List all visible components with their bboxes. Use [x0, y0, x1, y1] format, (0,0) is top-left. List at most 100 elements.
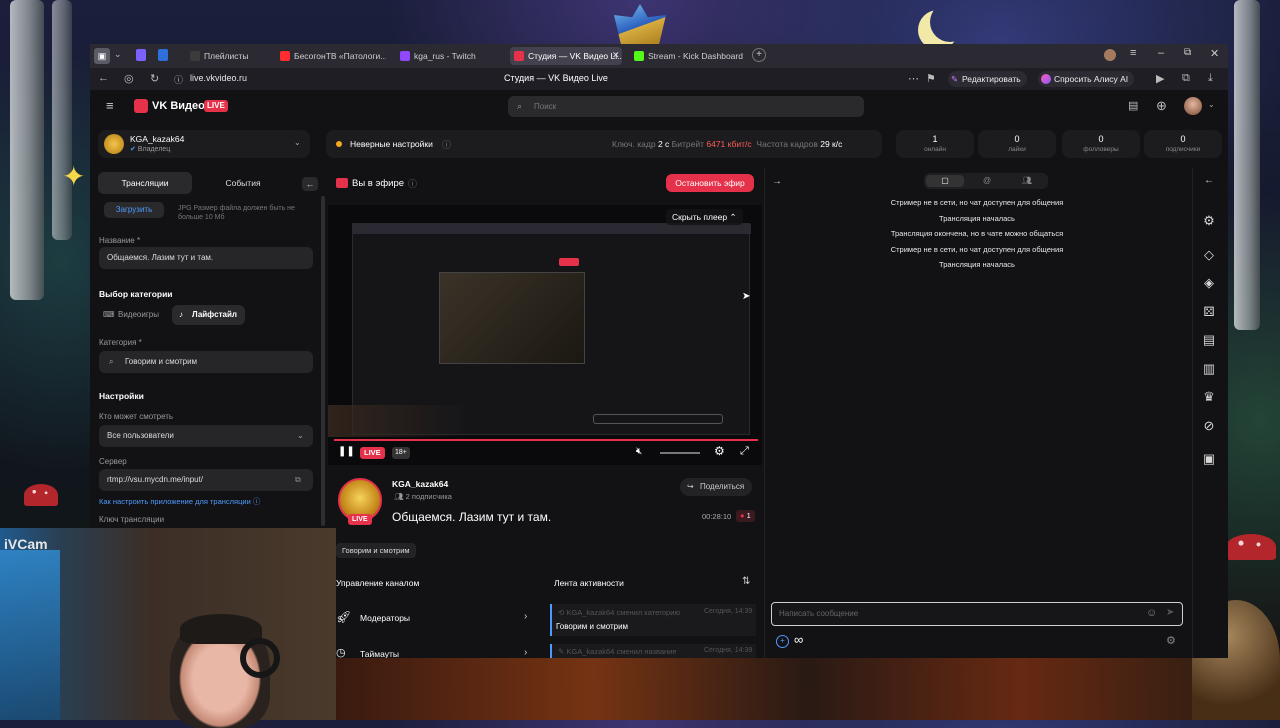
- tab-vk-studio[interactable]: Студия — VK Видео Li...: [510, 47, 622, 65]
- edit-icon: ✎: [558, 647, 565, 656]
- gear-icon[interactable]: ⚙: [1200, 212, 1218, 230]
- chat-system-message: Трансляция окончена, но в чате можно общ…: [890, 229, 1064, 238]
- studio-icon[interactable]: ▤: [1128, 99, 1138, 112]
- status-warning[interactable]: Неверные настройки: [350, 139, 433, 149]
- chat-tab-messages-icon[interactable]: ▢: [926, 175, 964, 187]
- chat-system-message: Трансляция началась: [939, 213, 1015, 223]
- hamburger-menu-icon[interactable]: ≡: [106, 98, 114, 113]
- reload-icon[interactable]: ↻: [150, 72, 159, 85]
- tab-events[interactable]: События: [196, 172, 290, 194]
- block-icon[interactable]: ⊘: [1200, 417, 1218, 435]
- stream-metrics: Ключ. кадр 2 с Битрейт 6471 кбит/с Часто…: [612, 139, 842, 149]
- maximize-icon[interactable]: ⧉: [1184, 47, 1191, 58]
- chat-tab-users-icon[interactable]: 👥︎: [1008, 175, 1046, 187]
- server-field[interactable]: rtmp://vsu.mycdn.me/input/⧉: [99, 469, 313, 491]
- who-can-watch-select[interactable]: Все пользователи ⌄: [99, 425, 313, 447]
- protect-icon[interactable]: ◎: [124, 72, 134, 85]
- chat-tab-mentions-icon[interactable]: @: [968, 175, 1006, 187]
- tab-besogon[interactable]: БесогонТВ «Патологи...: [276, 47, 386, 65]
- trophy-icon[interactable]: ♛: [1200, 388, 1218, 406]
- channel-name: KGA_kazak64: [130, 134, 185, 144]
- list-icon[interactable]: ▤: [1200, 331, 1218, 349]
- stop-stream-button[interactable]: Остановить эфир: [666, 174, 754, 192]
- title-input[interactable]: Общаемся. Лазим тут и там.: [99, 247, 313, 269]
- url-field[interactable]: live.vkvideo.ru: [190, 73, 247, 83]
- video-icon[interactable]: ▣: [1200, 450, 1218, 468]
- category-lifestyle-button[interactable]: ♪ Лайфстайл: [172, 305, 245, 325]
- search-input[interactable]: ⌕ Поиск: [508, 96, 864, 117]
- user-avatar[interactable]: [1184, 97, 1202, 115]
- fullscreen-icon[interactable]: ⤢: [740, 445, 749, 458]
- collections-icon[interactable]: ⧉: [1182, 72, 1190, 85]
- close-window-icon[interactable]: ✕: [1210, 47, 1219, 60]
- chevron-down-icon[interactable]: ⌄: [114, 49, 122, 60]
- video-player[interactable]: Скрыть плеер ⌃ ➤ ❚❚ LIVE 18+ 🔇︎ ⚙ ⤢: [328, 205, 762, 465]
- pause-icon[interactable]: ❚❚: [338, 446, 355, 457]
- category-games-button[interactable]: ⌨ Видеоигры: [100, 306, 165, 324]
- chart-icon[interactable]: ▥: [1200, 360, 1218, 378]
- pinned-tab-icon[interactable]: [136, 49, 146, 61]
- site-info-icon[interactable]: ⓘ: [174, 73, 183, 86]
- stat-online: 1 онлайн: [896, 130, 974, 158]
- more-icon[interactable]: ⋯: [908, 72, 919, 85]
- copy-icon[interactable]: ⧉: [295, 469, 301, 491]
- add-icon[interactable]: ⊕: [1156, 98, 1167, 114]
- send-icon[interactable]: ➤: [1166, 607, 1174, 618]
- bookmark-icon[interactable]: ⚑: [926, 72, 936, 85]
- left-panel-scrollbar[interactable]: [321, 196, 325, 526]
- stream-title: Общаемся. Лазим тут и там.: [392, 510, 552, 524]
- dice-icon[interactable]: ⚄: [1200, 303, 1218, 321]
- search-icon: ⌕: [109, 357, 114, 366]
- streamer-name[interactable]: KGA_kazak64: [392, 479, 448, 489]
- tab-overview-icon[interactable]: ▣: [94, 48, 110, 64]
- category-input[interactable]: ⌕ Говорим и смотрим: [99, 351, 313, 373]
- chevron-down-icon: ⌄: [294, 138, 301, 147]
- upload-button[interactable]: Загрузить: [104, 202, 164, 218]
- share-button[interactable]: ↪ Поделиться: [680, 478, 753, 496]
- new-tab-icon[interactable]: +: [752, 48, 766, 62]
- clock-icon: ◷: [336, 647, 346, 658]
- chevron-up-icon: ⌃: [729, 212, 737, 222]
- menu-icon[interactable]: ≡: [1130, 47, 1136, 59]
- manage-timeouts[interactable]: ◷ Таймауты ›: [336, 646, 538, 658]
- webcam-background-object: [0, 550, 60, 720]
- pinned-tab-icon[interactable]: [158, 49, 168, 61]
- mute-icon[interactable]: 🔇︎: [636, 446, 642, 457]
- chat-input[interactable]: Написать сообщение ☺ ➤: [771, 602, 1183, 626]
- category-tag[interactable]: Говорим и смотрим: [336, 543, 416, 558]
- expand-arrow-icon[interactable]: →: [772, 176, 782, 187]
- progress-bar[interactable]: [334, 439, 758, 441]
- points-icon[interactable]: +: [776, 635, 789, 648]
- hide-player-button[interactable]: Скрыть плеер ⌃: [666, 209, 743, 225]
- media-icon[interactable]: ▶: [1156, 72, 1164, 85]
- volume-slider[interactable]: [660, 452, 700, 454]
- tab-broadcasts[interactable]: Трансляции: [98, 172, 192, 194]
- minimize-icon[interactable]: –: [1158, 47, 1164, 59]
- chat-settings-icon[interactable]: ⚙: [1166, 634, 1176, 647]
- back-icon[interactable]: ←: [98, 72, 109, 84]
- profile-avatar[interactable]: [1104, 49, 1116, 61]
- edit-button[interactable]: ✎ Редактировать: [948, 71, 1027, 87]
- diamond-icon[interactable]: ◇: [1200, 246, 1218, 264]
- info-icon[interactable]: ⓘ: [442, 138, 451, 151]
- logo-text[interactable]: VK Видео: [152, 100, 205, 112]
- close-tab-icon[interactable]: ✕: [612, 50, 620, 61]
- filter-icon[interactable]: ⇅: [742, 576, 750, 587]
- gem-icon[interactable]: ◈: [1200, 274, 1218, 292]
- collapse-left-icon[interactable]: ←: [1200, 172, 1218, 190]
- channel-selector[interactable]: KGA_kazak64 ✔ Владелец ⌄: [98, 130, 310, 158]
- manage-moderators[interactable]: 🚀︎ Модераторы ›: [336, 608, 538, 628]
- category-label: Категория *: [99, 338, 142, 347]
- info-icon[interactable]: ⓘ: [408, 177, 417, 190]
- tab-kick[interactable]: Stream - Kick Dashboard: [630, 47, 750, 65]
- collapse-arrow-icon[interactable]: ←: [302, 177, 318, 191]
- settings-gear-icon[interactable]: ⚙: [714, 444, 725, 458]
- tab-twitch[interactable]: kga_rus - Twitch: [396, 47, 500, 65]
- ask-alice-button[interactable]: Спросить Алису AI: [1038, 71, 1135, 87]
- setup-link[interactable]: Как настроить приложение для трансляции …: [99, 496, 260, 507]
- tab-playlists[interactable]: Плейлисты: [186, 47, 282, 65]
- emoji-icon[interactable]: ☺: [1146, 607, 1157, 619]
- download-icon[interactable]: ⤓: [1208, 72, 1213, 85]
- verified-icon: ✔: [130, 146, 136, 153]
- chevron-down-icon[interactable]: ⌄: [1208, 100, 1215, 109]
